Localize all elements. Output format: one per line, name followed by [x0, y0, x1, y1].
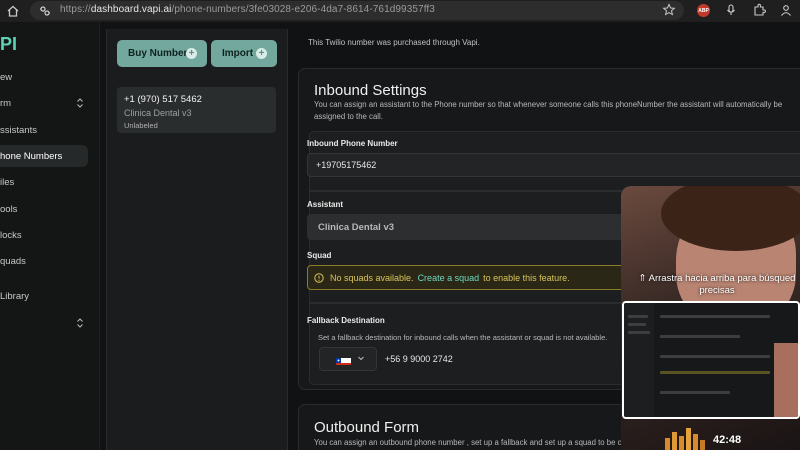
video-caption: ⇑ Arrastra hacia arriba para búsqued pre… — [631, 273, 800, 297]
plus-icon: + — [186, 48, 197, 59]
plus-icon: + — [256, 48, 267, 59]
preview-line — [660, 335, 740, 338]
preview-line — [660, 371, 770, 374]
phone-number-text: +1 (970) 517 5462 — [124, 94, 202, 105]
sidebar-item-assistants[interactable]: ssistants — [0, 119, 88, 141]
sidebar-item-label: rm — [0, 97, 12, 109]
preview-camera — [774, 343, 798, 417]
sidebar-item-blocks[interactable]: locks — [0, 224, 88, 246]
warning-icon — [314, 273, 324, 283]
url-text: https://dashboard.vapi.ai/phone-numbers/… — [60, 4, 435, 15]
buy-number-label: Buy Number — [128, 48, 188, 59]
sidebar-item-label: ew — [0, 71, 13, 83]
sidebar-item-label: ools — [0, 203, 18, 215]
inbound-phone-label: Inbound Phone Number — [307, 139, 398, 148]
phone-numbers-list-panel: Buy Number + Import + +1 (970) 517 5462 … — [106, 29, 288, 450]
sidebar-item-label: quads — [0, 255, 26, 267]
extensions-puzzle-icon[interactable] — [752, 3, 766, 17]
swipe-up-icon: ⇑ — [638, 273, 647, 284]
assistant-label: Assistant — [307, 200, 344, 209]
expand-chevron-icon[interactable] — [76, 318, 84, 328]
inbound-phone-input[interactable]: +19705175462 — [307, 153, 800, 177]
sidebar-item-tools[interactable]: ools — [0, 198, 88, 220]
chevron-down-icon — [358, 356, 364, 361]
preview-line — [628, 323, 646, 326]
video-timestamp: 42:48 — [713, 434, 742, 446]
video-caption-text: Arrastra hacia arriba para búsqued preci… — [648, 273, 796, 296]
outbound-form-title: Outbound Form — [314, 419, 420, 436]
home-icon[interactable] — [5, 3, 21, 19]
preview-sidebar — [624, 303, 654, 417]
preview-line — [660, 315, 770, 318]
chile-flag-icon — [336, 355, 351, 365]
vapi-logo: PI — [0, 34, 18, 54]
purchased-note: This Twilio number was purchased through… — [308, 38, 480, 47]
sidebar-item-label: iles — [0, 176, 15, 188]
assigned-assistant-text: Clinica Dental v3 — [124, 108, 192, 118]
url-host: dashboard.vapi.ai — [90, 4, 172, 15]
sidebar-item-files[interactable]: iles — [0, 171, 88, 193]
url-path: /phone-numbers/3fe03028-e206-4da7-8614-7… — [171, 4, 435, 15]
fallback-phone-input[interactable]: +56 9 9000 2742 — [377, 347, 637, 371]
fallback-destination-label: Fallback Destination — [307, 316, 385, 325]
phone-number-list-item[interactable]: +1 (970) 517 5462 Clinica Dental v3 Unla… — [117, 87, 276, 133]
preview-line — [628, 331, 650, 334]
import-label: Import — [222, 48, 254, 59]
phone-number-label-text: Unlabeled — [124, 121, 158, 130]
video-overlay[interactable]: ⇑ Arrastra hacia arriba para búsqued pre… — [621, 186, 800, 450]
inbound-settings-description: You can assign an assistant to the Phone… — [314, 100, 783, 121]
expand-chevron-icon[interactable] — [76, 98, 84, 108]
inbound-settings-title: Inbound Settings — [314, 82, 427, 99]
squad-warning-suffix: to enable this feature. — [483, 272, 570, 283]
adblock-extension-icon[interactable]: ABP — [697, 4, 710, 17]
sidebar-item-label: ssistants — [0, 124, 37, 136]
country-code-select[interactable] — [319, 347, 377, 371]
sidebar-item-library[interactable]: Library — [0, 285, 88, 307]
sidebar-item-overview[interactable]: ew — [0, 66, 88, 88]
url-prefix: https:// — [60, 4, 91, 15]
sidebar-item-phone-numbers[interactable]: hone Numbers — [0, 145, 88, 167]
create-squad-link[interactable]: Create a squad — [418, 273, 480, 283]
squad-warning-text: No squads available. — [330, 272, 414, 283]
site-info-icon[interactable] — [38, 4, 52, 18]
sidebar-item-label: locks — [0, 229, 22, 241]
browser-toolbar: https://dashboard.vapi.ai/phone-numbers/… — [0, 0, 800, 22]
preview-line — [628, 315, 648, 318]
profile-icon[interactable] — [779, 3, 793, 17]
microphone-icon[interactable] — [724, 3, 738, 17]
sidebar: PI ew rm ssistants hone Numbers iles ool… — [0, 22, 100, 450]
screen: https://dashboard.vapi.ai/phone-numbers/… — [0, 0, 800, 450]
preview-line — [660, 355, 770, 358]
video-preview-thumbnail[interactable] — [622, 301, 800, 419]
sidebar-item-label: Library — [0, 290, 30, 302]
sidebar-item-squads[interactable]: quads — [0, 250, 88, 272]
preview-line — [660, 391, 730, 394]
sidebar-item-platform[interactable]: rm — [0, 92, 88, 114]
sidebar-item-label: hone Numbers — [0, 150, 63, 162]
bookmark-star-icon[interactable] — [662, 3, 676, 17]
buy-number-button[interactable]: Buy Number + — [117, 40, 207, 67]
import-button[interactable]: Import + — [211, 40, 277, 67]
squad-label: Squad — [307, 251, 332, 260]
